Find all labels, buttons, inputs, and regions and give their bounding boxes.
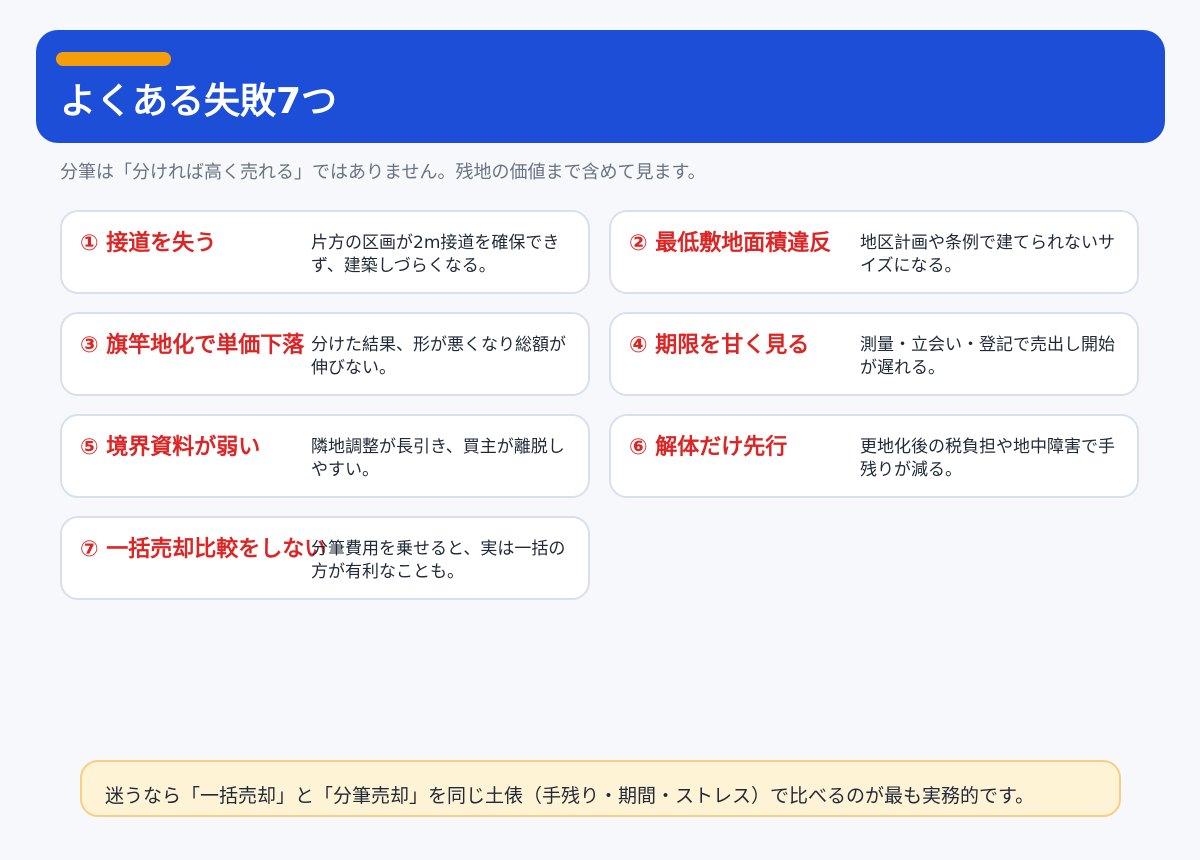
mistake-description: 分筆費用を乗せると、実は一括の方が有利なことも。 xyxy=(311,539,566,582)
mistake-card-2: ② 最低敷地面積違反 地区計画や条例で建てられないサイズになる。 xyxy=(609,210,1139,294)
mistake-card-7: ⑦ 一括売却比較をしない 分筆費用を乗せると、実は一括の方が有利なことも。 xyxy=(60,516,590,600)
slide: よくある失敗7つ 分筆は「分ければ高く売れる」ではありません。残地の価値まで含め… xyxy=(0,0,1200,860)
mistake-card-4: ④ 期限を甘く見る 測量・立会い・登記で売出し開始が遅れる。 xyxy=(609,312,1139,396)
mistake-title: ⑥ 解体だけ先行 xyxy=(629,435,788,460)
mistake-card-5: ⑤ 境界資料が弱い 隣地調整が長引き、買主が離脱しやすい。 xyxy=(60,414,590,498)
mistake-description: 隣地調整が長引き、買主が離脱しやすい。 xyxy=(311,437,565,480)
mistake-title: ⑤ 境界資料が弱い xyxy=(80,435,261,460)
mistake-title: ③ 旗竿地化で単価下落 xyxy=(80,333,305,358)
mistake-description: 地区計画や条例で建てられないサイズになる。 xyxy=(860,233,1115,276)
mistake-title: ⑦ 一括売却比較をしない xyxy=(80,537,327,562)
page-title: よくある失敗7つ xyxy=(60,81,338,122)
mistake-description: 片方の区画が2m接道を確保できず、建築しづらくなる。 xyxy=(311,233,560,276)
mistake-description: 測量・立会い・登記で売出し開始が遅れる。 xyxy=(860,335,1115,378)
mistake-title: ④ 期限を甘く見る xyxy=(629,333,810,358)
mistake-description: 分けた結果、形が悪くなり総額が伸びない。 xyxy=(311,335,566,378)
mistake-title: ① 接道を失う xyxy=(80,231,217,256)
header-banner: よくある失敗7つ xyxy=(36,30,1165,143)
mistake-card-6: ⑥ 解体だけ先行 更地化後の税負担や地中障害で手残りが減る。 xyxy=(609,414,1139,498)
mistake-card-3: ③ 旗竿地化で単価下落 分けた結果、形が悪くなり総額が伸びない。 xyxy=(60,312,590,396)
advice-note: 迷うなら「一括売却」と「分筆売却」を同じ土俵（手残り・期間・ストレス）で比べるの… xyxy=(80,760,1121,817)
page-subtitle: 分筆は「分ければ高く売れる」ではありません。残地の価値まで含めて見ます。 xyxy=(60,162,706,183)
accent-bar xyxy=(56,52,171,66)
advice-note-text: 迷うなら「一括売却」と「分筆売却」を同じ土俵（手残り・期間・ストレス）で比べるの… xyxy=(105,785,1035,807)
mistake-card-1: ① 接道を失う 片方の区画が2m接道を確保できず、建築しづらくなる。 xyxy=(60,210,590,294)
mistake-title: ② 最低敷地面積違反 xyxy=(629,231,832,256)
mistake-description: 更地化後の税負担や地中障害で手残りが減る。 xyxy=(860,437,1115,480)
